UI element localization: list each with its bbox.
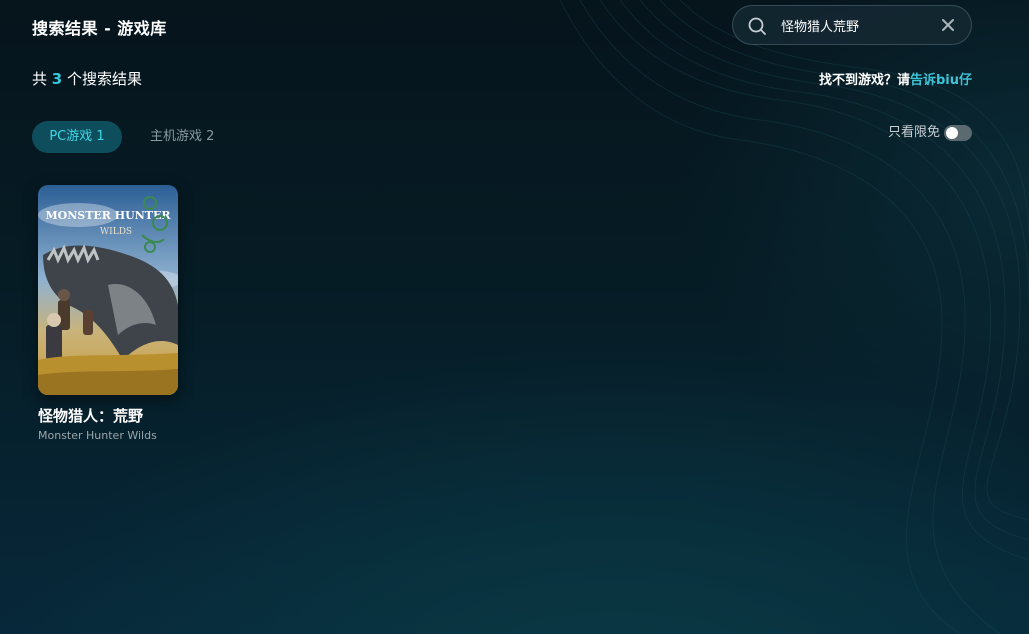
- result-count-suffix: 个搜索结果: [67, 70, 143, 88]
- result-count: 共 3 个搜索结果: [32, 68, 142, 89]
- page-title: 搜索结果 - 游戏库: [32, 19, 167, 38]
- game-cover[interactable]: MONSTER HUNTER WILDS: [38, 185, 178, 395]
- close-icon[interactable]: [941, 18, 955, 32]
- feedback-link[interactable]: 告诉biu仔: [910, 73, 972, 88]
- feedback-prompt: 找不到游戏？请告诉biu仔: [819, 69, 972, 88]
- cover-logo-line2: WILDS: [100, 227, 132, 237]
- free-only-toggle[interactable]: [944, 125, 972, 141]
- tab-pc-games[interactable]: PC游戏 1: [32, 121, 122, 153]
- search-box[interactable]: [732, 5, 972, 45]
- result-count-number: 3: [51, 70, 63, 88]
- game-subtitle: Monster Hunter Wilds: [38, 429, 157, 442]
- cover-logo-line1: MONSTER HUNTER: [45, 209, 171, 222]
- feedback-text: 找不到游戏？请: [818, 73, 910, 88]
- game-cover-art: MONSTER HUNTER WILDS: [38, 185, 178, 395]
- search-icon: [748, 17, 766, 35]
- search-input[interactable]: [781, 14, 931, 36]
- game-card[interactable]: MONSTER HUNTER WILDS 怪物猎人：荒野 Monster Hun…: [38, 185, 178, 442]
- free-only-label: 只看限免: [887, 125, 940, 140]
- result-count-prefix: 共: [32, 70, 48, 88]
- tab-console-games[interactable]: 主机游戏 2: [134, 121, 230, 153]
- toggle-knob: [946, 127, 958, 139]
- game-title: 怪物猎人：荒野: [38, 407, 144, 425]
